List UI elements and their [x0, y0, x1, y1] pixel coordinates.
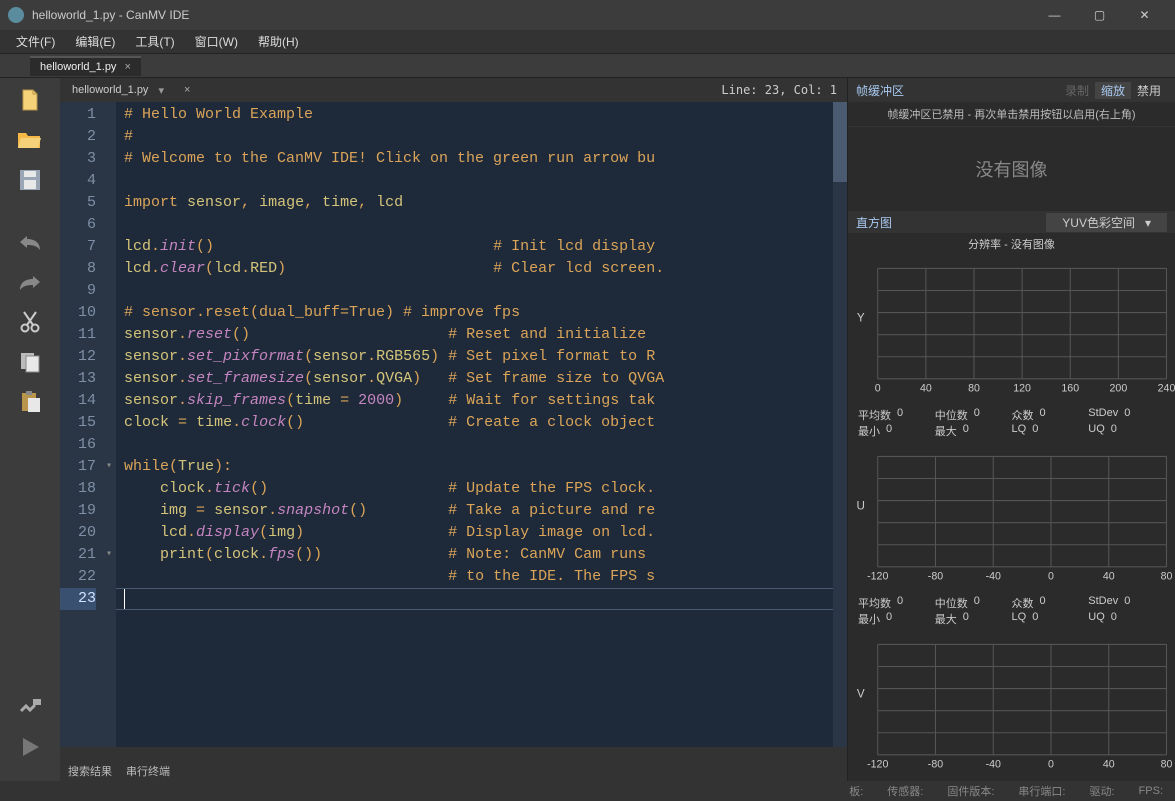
cut-button[interactable] [12, 308, 48, 336]
svg-text:40: 40 [1103, 571, 1115, 583]
record-button[interactable]: 录制 [1059, 82, 1095, 99]
svg-text:V: V [857, 688, 865, 701]
code-area[interactable]: # Hello World Example## Welcome to the C… [116, 102, 847, 747]
histogram-title: 直方图 [856, 214, 892, 231]
status-fps: FPS: [1139, 785, 1163, 797]
save-file-button[interactable] [12, 166, 48, 194]
menu-item[interactable]: 文件(F) [6, 33, 65, 50]
status-driver: 驱动: [1089, 783, 1114, 799]
svg-text:80: 80 [968, 383, 980, 395]
titlebar: helloworld_1.py - CanMV IDE — ▢ ✕ [0, 0, 1175, 30]
redo-button[interactable] [12, 268, 48, 296]
framebuffer-title: 帧缓冲区 [856, 82, 904, 99]
bottom-tab[interactable]: 串行终端 [126, 763, 170, 779]
app-icon [8, 7, 24, 23]
status-firmware: 固件版本: [947, 783, 994, 799]
histogram-header: 直方图 YUV色彩空间 ▾ [848, 211, 1175, 233]
editor-tab-label: helloworld_1.py [72, 84, 148, 96]
svg-text:-120: -120 [867, 759, 888, 771]
svg-text:80: 80 [1161, 571, 1173, 583]
svg-text:-80: -80 [928, 571, 943, 583]
copy-button[interactable] [12, 348, 48, 376]
right-panel: 帧缓冲区 录制 缩放 禁用 帧缓冲区已禁用 - 再次单击禁用按钮以启用(右上角)… [847, 78, 1175, 781]
menubar: 文件(F)编辑(E)工具(T)窗口(W)帮助(H) [0, 30, 1175, 54]
minimize-button[interactable]: — [1032, 8, 1077, 22]
svg-text:120: 120 [1013, 383, 1031, 395]
open-file-button[interactable] [12, 126, 48, 154]
svg-text:Y: Y [857, 312, 865, 325]
svg-text:-40: -40 [986, 571, 1001, 583]
status-sensor: 传感器: [887, 783, 923, 799]
file-tab-label: helloworld_1.py [40, 61, 116, 73]
svg-text:-80: -80 [928, 759, 943, 771]
horizontal-scrollbar[interactable] [60, 747, 847, 761]
menu-item[interactable]: 编辑(E) [65, 33, 125, 50]
svg-text:40: 40 [1103, 759, 1115, 771]
zoom-button[interactable]: 缩放 [1095, 82, 1131, 99]
status-board: 板: [849, 783, 863, 799]
framebuffer-header: 帧缓冲区 录制 缩放 禁用 [848, 78, 1175, 102]
vertical-scrollbar[interactable] [833, 102, 847, 747]
disable-button[interactable]: 禁用 [1131, 82, 1167, 99]
framebuffer-message: 帧缓冲区已禁用 - 再次单击禁用按钮以启用(右上角) [848, 102, 1175, 127]
colorspace-select[interactable]: YUV色彩空间 ▾ [1046, 213, 1167, 232]
editor-tab-close[interactable]: × [176, 84, 198, 96]
menu-item[interactable]: 工具(T) [125, 33, 184, 50]
connect-button[interactable] [12, 693, 48, 721]
undo-button[interactable] [12, 228, 48, 256]
svg-text:0: 0 [1048, 571, 1054, 583]
code-editor[interactable]: 1234567891011121314151617181920212223 ▾▾… [60, 102, 847, 747]
paste-button[interactable] [12, 388, 48, 416]
cursor [124, 589, 125, 609]
run-button[interactable] [12, 733, 48, 761]
svg-text:160: 160 [1061, 383, 1079, 395]
svg-text:-40: -40 [986, 759, 1001, 771]
editor-tab-bar: helloworld_1.py ▾ × Line: 23, Col: 1 [60, 78, 847, 102]
statusbar: 板: 传感器: 固件版本: 串行端口: 驱动: FPS: [0, 781, 1175, 801]
window-title: helloworld_1.py - CanMV IDE [32, 8, 189, 22]
svg-text:40: 40 [920, 383, 932, 395]
svg-text:0: 0 [875, 383, 881, 395]
close-button[interactable]: ✕ [1122, 8, 1167, 22]
histogram-charts: Y04080120160200240平均数0中位数0众数0StDev0最小0最大… [848, 255, 1175, 781]
menu-item[interactable]: 窗口(W) [185, 33, 248, 50]
file-tab-bar: helloworld_1.py × [0, 54, 1175, 78]
bottom-tab[interactable]: 搜索结果 [68, 763, 112, 779]
svg-text:U: U [857, 500, 865, 513]
maximize-button[interactable]: ▢ [1077, 8, 1122, 22]
no-image-label: 没有图像 [848, 127, 1175, 211]
line-gutter: 1234567891011121314151617181920212223 [60, 102, 102, 747]
histogram-resolution: 分辨率 - 没有图像 [848, 233, 1175, 255]
chevron-down-icon[interactable]: ▾ [158, 84, 164, 97]
editor-pane: helloworld_1.py ▾ × Line: 23, Col: 1 123… [60, 78, 847, 781]
menu-item[interactable]: 帮助(H) [248, 33, 309, 50]
svg-text:80: 80 [1161, 759, 1173, 771]
svg-text:-120: -120 [867, 571, 888, 583]
fold-gutter: ▾▾ [102, 102, 116, 747]
new-file-button[interactable] [12, 86, 48, 114]
tool-column [0, 78, 60, 781]
line-col-indicator: Line: 23, Col: 1 [711, 83, 847, 97]
file-tab[interactable]: helloworld_1.py × [30, 56, 141, 76]
editor-tab[interactable]: helloworld_1.py ▾ [60, 84, 176, 97]
close-icon[interactable]: × [124, 61, 130, 73]
svg-text:0: 0 [1048, 759, 1054, 771]
svg-text:240: 240 [1158, 383, 1175, 395]
svg-text:200: 200 [1110, 383, 1128, 395]
bottom-tab-bar: 搜索结果串行终端 [60, 761, 847, 781]
status-port: 串行端口: [1018, 783, 1065, 799]
